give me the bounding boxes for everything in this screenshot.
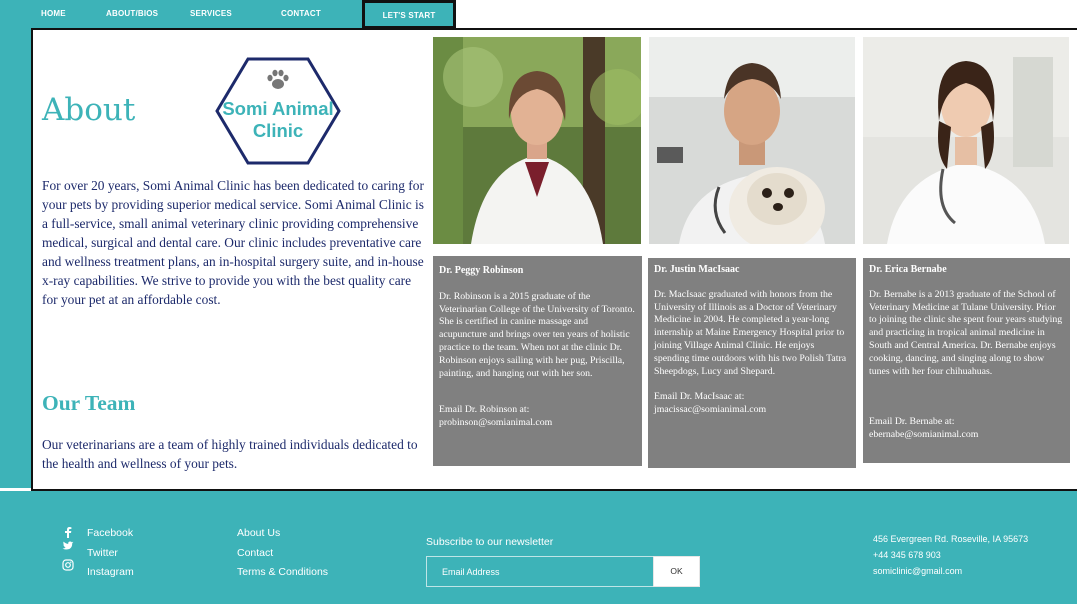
bio-card-robinson: Dr. Peggy Robinson Dr. Robinson is a 201…: [433, 256, 642, 466]
about-heading: About: [42, 92, 136, 128]
lets-start-button[interactable]: LET'S START: [362, 0, 456, 29]
our-team-paragraph: Our veterinarians are a team of highly t…: [42, 437, 418, 471]
paw-icon: [267, 69, 289, 89]
footer-phone: +44 345 678 903: [873, 550, 941, 560]
footer-terms-link[interactable]: Terms & Conditions: [237, 566, 328, 578]
bio-text: Dr. MacIsaac graduated with honors from …: [654, 288, 847, 377]
vet-photo-robinson: [433, 37, 641, 244]
bio-email-label: Email Dr. MacIsaac at:: [654, 391, 745, 403]
bio-name: Dr. Erica Bernabe: [869, 264, 947, 275]
bio-email-link[interactable]: jmacissac@somianimal.com: [654, 404, 850, 417]
twitter-icon[interactable]: [62, 540, 74, 552]
newsletter-ok-button[interactable]: OK: [653, 556, 700, 587]
logo-text-line1: Somi Animal: [222, 98, 334, 119]
bio-email-label: Email Dr. Bernabe at:: [869, 416, 955, 428]
left-accent-bar: [0, 28, 32, 488]
instagram-link[interactable]: Instagram: [87, 566, 134, 578]
footer-email-link[interactable]: somiclinic@gmail.com: [873, 566, 962, 576]
clinic-logo[interactable]: Somi Animal Clinic: [214, 57, 342, 165]
vet-photo-bernabe: [863, 37, 1069, 244]
newsletter-label: Subscribe to our newsletter: [426, 536, 554, 548]
nav-about-link[interactable]: ABOUT/BIOS: [106, 9, 158, 18]
nav-home-link[interactable]: HOME: [41, 9, 66, 18]
bio-email-label: Email Dr. Robinson at:: [439, 404, 530, 416]
about-paragraph: For over 20 years, Somi Animal Clinic ha…: [42, 178, 424, 307]
twitter-link[interactable]: Twitter: [87, 547, 118, 559]
instagram-icon[interactable]: [62, 559, 74, 571]
bio-name: Dr. Peggy Robinson: [439, 265, 524, 276]
bio-name: Dr. Justin MacIsaac: [654, 264, 740, 275]
vet-photo-macisaac: [649, 37, 855, 244]
our-team-heading: Our Team: [42, 391, 136, 415]
bio-card-bernabe: Dr. Erica Bernabe Dr. Bernabe is a 2013 …: [863, 258, 1070, 463]
nav-contact-link[interactable]: CONTACT: [281, 9, 321, 18]
footer-address: 456 Evergreen Rd. Roseville, IA 95673: [873, 534, 1029, 544]
facebook-icon[interactable]: [62, 526, 74, 538]
bio-email-link[interactable]: ebernabe@somianimal.com: [869, 429, 1064, 442]
facebook-link[interactable]: Facebook: [87, 527, 133, 539]
bio-text: Dr. Robinson is a 2015 graduate of the V…: [439, 290, 635, 379]
newsletter-email-input[interactable]: [426, 556, 654, 587]
footer-about-us-link[interactable]: About Us: [237, 527, 280, 539]
bio-card-macisaac: Dr. Justin MacIsaac Dr. MacIsaac graduat…: [648, 258, 856, 468]
bio-email-link[interactable]: probinson@somianimal.com: [439, 417, 636, 430]
nav-services-link[interactable]: SERVICES: [190, 9, 232, 18]
logo-text-line2: Clinic: [252, 120, 304, 141]
footer-contact-link[interactable]: Contact: [237, 547, 273, 559]
bio-text: Dr. Bernabe is a 2013 graduate of the Sc…: [869, 288, 1063, 377]
